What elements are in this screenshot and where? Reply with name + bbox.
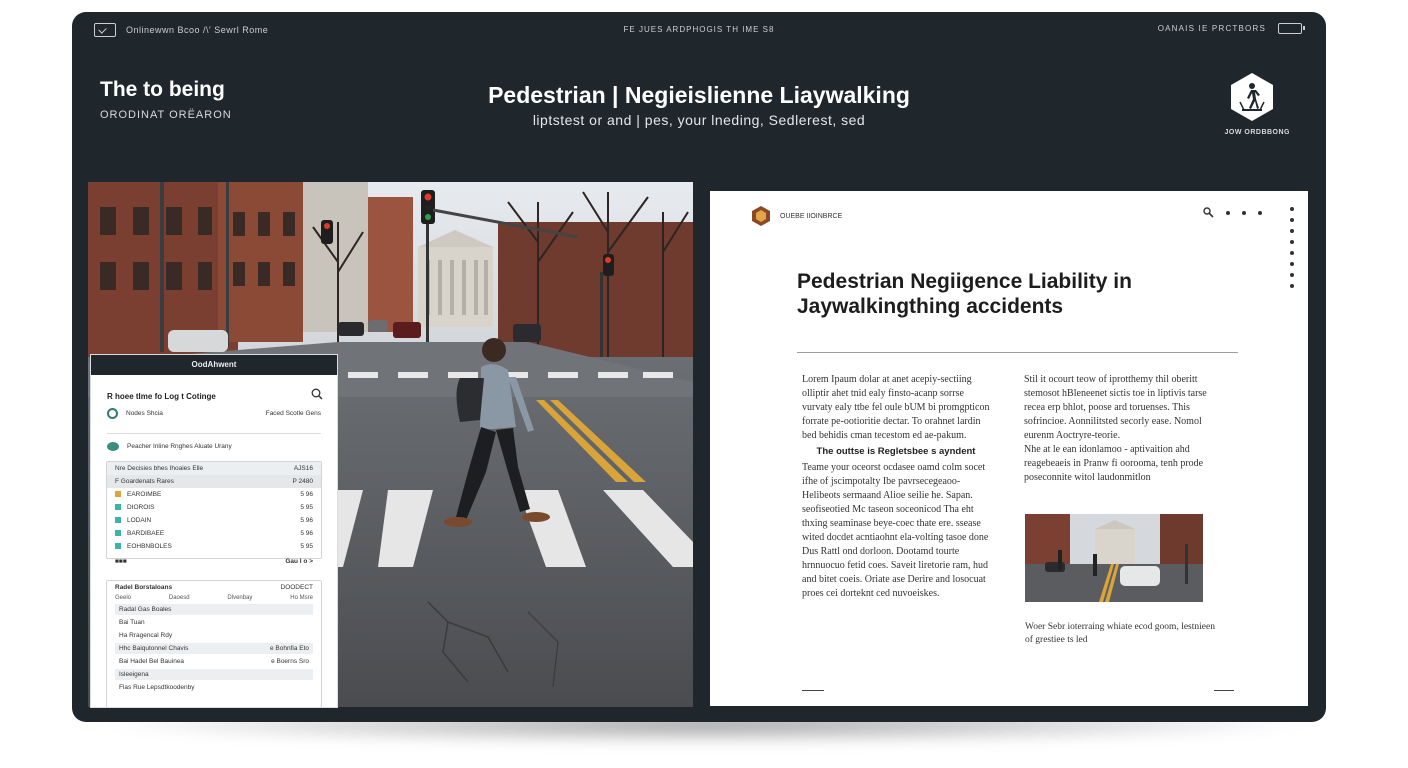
panel-divider bbox=[107, 433, 321, 434]
dot-icon bbox=[1226, 210, 1230, 215]
panel-title: R hoee tlme fo Log t Cotinge bbox=[107, 392, 216, 401]
article-column-2: Stil it ocourt teow of iprotthemy thil o… bbox=[1024, 373, 1212, 485]
table-row[interactable]: Bai Hadel Bel Bauinea e Boerns Sro bbox=[115, 656, 313, 667]
image-caption: Woer Sebr ioterraing whiate ecod goom, l… bbox=[1025, 622, 1215, 645]
details-box: Radel Borstaloans DOODECT Geelo Daoesd D… bbox=[106, 580, 322, 707]
footer-mark bbox=[802, 690, 824, 691]
footer-mark bbox=[1214, 690, 1234, 691]
summary-item[interactable]: BARDIBAEE 5 96 bbox=[107, 527, 321, 540]
top-bar-right-text: OANAIS IE PRCTBORS bbox=[1157, 24, 1266, 33]
column-header: Ho Msre bbox=[290, 595, 313, 601]
column-header: Daoesd bbox=[168, 595, 190, 601]
panel-header: OodAhwent bbox=[91, 355, 337, 375]
dot-icon bbox=[1258, 210, 1262, 215]
summary-item[interactable]: EAROIMBE 5 96 bbox=[107, 488, 321, 501]
pedestrian-badge-icon[interactable] bbox=[1230, 72, 1274, 122]
summary-box-header: Nre Decisies bhes Ihoaies Elle AJS16 bbox=[107, 462, 321, 475]
teal-dot-icon bbox=[107, 442, 119, 451]
legend-swatch bbox=[115, 543, 121, 550]
paragraph: Lorem Ipaum dolar at anet acepiy-sectiin… bbox=[802, 374, 990, 441]
page-subtitle: liptstest or and | pes, your lneding, Se… bbox=[532, 112, 866, 128]
table-row[interactable]: Flas Rue Lepsdtkoodenby bbox=[115, 682, 313, 693]
search-icon[interactable] bbox=[311, 388, 323, 400]
table-row[interactable]: Radal Gas Boales bbox=[115, 604, 313, 615]
column-header: Dlvenbay bbox=[227, 595, 253, 601]
panel-info-row: Nodes Shcia Faced Scotle Gens bbox=[107, 408, 321, 419]
panel-logo-icon bbox=[107, 408, 118, 419]
paragraph: Stil it ocourt teow of iprotthemy thil o… bbox=[1024, 374, 1207, 441]
paragraph: Teame your oceorst ocdasee oamd colm soc… bbox=[802, 462, 989, 599]
panel-subheading: Peacher Inline Rnghes Aluate Urany bbox=[107, 442, 232, 451]
battery-icon bbox=[1278, 23, 1305, 34]
legend-swatch bbox=[115, 504, 121, 511]
summary-box: Nre Decisies bhes Ihoaies Elle AJS16 F G… bbox=[106, 461, 322, 565]
column-header: Geelo bbox=[115, 595, 132, 601]
pagination-link[interactable]: Gau I o > bbox=[285, 558, 313, 565]
table-row[interactable]: Isleeigena bbox=[115, 669, 313, 680]
legend-swatch bbox=[115, 530, 121, 537]
badge-label: JOW ORDBBONG bbox=[1224, 129, 1290, 136]
panel-info-left: Nodes Shcia bbox=[126, 410, 163, 418]
summary-item[interactable]: EOHBNBOLES 5 95 bbox=[107, 540, 321, 553]
table-row[interactable]: Ha Rragencal Rdy bbox=[115, 630, 313, 641]
summary-box-footer: ■■■ Gau I o > bbox=[115, 558, 313, 565]
dot-icon bbox=[1242, 210, 1246, 215]
legend-swatch bbox=[115, 517, 121, 524]
top-bar-right: OANAIS IE PRCTBORS bbox=[1157, 23, 1305, 34]
top-bar: Onlinewwn Bcoo /\' Sewrl Rome FE JUES AR… bbox=[72, 12, 1326, 48]
summary-item-list: EAROIMBE 5 96 DIOROIS 5 95 LODAIN 5 96 BARDIBA… bbox=[107, 488, 321, 553]
legend-swatch bbox=[115, 491, 121, 498]
summary-box-subheader: F Goardenats Rares P 2480 bbox=[107, 475, 321, 488]
doc-toolbar bbox=[1203, 207, 1288, 218]
details-row-list: Radal Gas Boales Bai Tuan Ha Rragencal Rdy… bbox=[107, 604, 321, 693]
page-title: Pedestrian | Negieislienne Liaywalking bbox=[488, 82, 910, 108]
app-window: Onlinewwn Bcoo /\' Sewrl Rome FE JUES AR… bbox=[72, 12, 1326, 722]
title-divider bbox=[797, 352, 1238, 353]
article-title: Pedestrian Negiigence Liability in Jaywa… bbox=[797, 270, 1132, 318]
doc-logo: OUEBE IIOINBRCE bbox=[752, 206, 842, 226]
section-heading: The outtse is Regletsbee s ayndent bbox=[816, 446, 976, 457]
table-row[interactable]: Hhc Baiqutonnel Chavis e Bohnfia Eto bbox=[115, 643, 313, 654]
article-document: OUEBE IIOINBRCE Pedestrian Negiigence Li… bbox=[710, 191, 1308, 706]
search-icon[interactable] bbox=[1203, 207, 1214, 218]
more-options-icon[interactable] bbox=[1290, 207, 1294, 288]
doc-logo-text: OUEBE IIOINBRCE bbox=[780, 212, 843, 220]
details-columns: Geelo Daoesd Dlvenbay Ho Msre bbox=[107, 594, 321, 602]
article-column-1: Lorem Ipaum dolar at anet acepiy-sectiin… bbox=[802, 373, 990, 601]
table-row[interactable]: Bai Tuan bbox=[115, 617, 313, 628]
dashboard-panel: OodAhwent R hoee tlme fo Log t Cotinge N… bbox=[90, 354, 338, 708]
brand-hex-icon bbox=[752, 206, 770, 226]
summary-item[interactable]: LODAIN 5 96 bbox=[107, 514, 321, 527]
panel-info-right: Faced Scotle Gens bbox=[265, 410, 321, 417]
top-bar-center-text: FE JUES ARDPHOGIS TH IME S8 bbox=[623, 25, 775, 34]
paragraph: Nhe at le ean idonlamoo - aptivaition ah… bbox=[1024, 444, 1204, 483]
article-thumbnail[interactable] bbox=[1025, 514, 1203, 602]
summary-item[interactable]: DIOROIS 5 95 bbox=[107, 501, 321, 514]
details-box-header: Radel Borstaloans DOODECT bbox=[107, 581, 321, 594]
